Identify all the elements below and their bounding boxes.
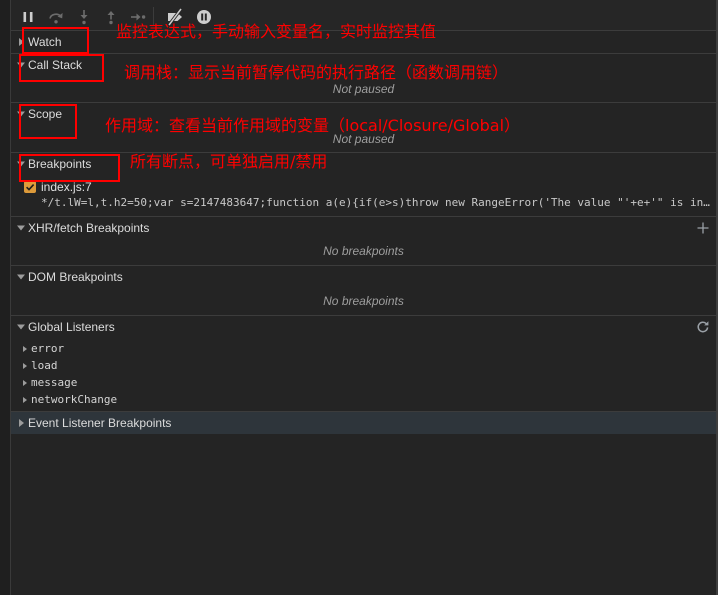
- annotation-scope: 作用域：查看当前作用域的变量（local/Closure/Global）: [105, 117, 521, 135]
- triangle-right-icon: [23, 379, 27, 386]
- pause-icon: [20, 9, 36, 25]
- listener-name: networkChange: [31, 393, 118, 406]
- step-over-button[interactable]: [44, 5, 68, 29]
- section-title-xhr-fetch-breakpoints: XHR/fetch Breakpoints: [28, 220, 150, 235]
- annotation-breakpoints: 所有断点，可单独启用/禁用: [130, 153, 328, 171]
- section-header-event-listener-breakpoints[interactable]: Event Listener Breakpoints: [11, 411, 716, 434]
- annotation-watch: 监控表达式，手动输入变量名，实时监控其值: [116, 23, 437, 41]
- step-over-icon: [48, 9, 64, 25]
- checkmark-icon: [24, 181, 36, 193]
- section-title-event-listener-breakpoints: Event Listener Breakpoints: [28, 416, 172, 430]
- section-title-dom-breakpoints: DOM Breakpoints: [28, 270, 123, 284]
- triangle-down-icon: [17, 111, 25, 117]
- xhr-fetch-status: No breakpoints: [323, 244, 404, 258]
- section-title-global-listeners: Global Listeners: [28, 320, 115, 334]
- section-header-global-listeners[interactable]: Global Listeners: [11, 315, 716, 338]
- step-into-icon: [76, 9, 92, 25]
- triangle-right-icon: [19, 419, 24, 427]
- list-item[interactable]: message: [11, 374, 716, 391]
- section-title-watch: Watch: [28, 35, 62, 49]
- list-item[interactable]: load: [11, 357, 716, 374]
- triangle-down-icon: [17, 62, 25, 67]
- section-title-call-stack: Call Stack: [28, 57, 83, 72]
- listener-name: message: [31, 376, 78, 389]
- list-item[interactable]: networkChange: [11, 391, 716, 408]
- triangle-right-icon: [23, 362, 27, 369]
- editor-edge: [0, 0, 11, 595]
- step-into-button[interactable]: [72, 5, 96, 29]
- triangle-right-icon: [23, 396, 27, 403]
- listener-name: error: [31, 342, 65, 355]
- triangle-right-icon: [19, 38, 24, 46]
- section-title-scope: Scope: [28, 107, 63, 121]
- pause-button[interactable]: [16, 5, 40, 29]
- annotation-call-stack: 调用栈：显示当前暂停代码的执行路径（函数调用链）: [124, 64, 509, 82]
- add-icon[interactable]: [696, 221, 710, 235]
- triangle-down-icon: [17, 161, 25, 167]
- breakpoint-code-snippet[interactable]: */t.lW=l,t.h2=50;var s=2147483647;functi…: [41, 194, 713, 212]
- section-header-breakpoints[interactable]: Breakpoints: [11, 152, 716, 175]
- list-item[interactable]: error: [11, 340, 716, 357]
- triangle-down-icon: [17, 225, 25, 230]
- dom-breakpoints-status: No breakpoints: [323, 294, 404, 308]
- section-header-xhr-fetch-breakpoints[interactable]: XHR/fetch Breakpoints: [11, 216, 716, 238]
- triangle-down-icon: [17, 274, 25, 280]
- listener-name: load: [31, 359, 58, 372]
- breakpoint-checkbox[interactable]: [24, 181, 36, 193]
- triangle-down-icon: [17, 324, 25, 330]
- section-header-dom-breakpoints[interactable]: DOM Breakpoints: [11, 265, 716, 288]
- section-title-breakpoints: Breakpoints: [28, 157, 92, 171]
- triangle-right-icon: [23, 345, 27, 352]
- refresh-icon[interactable]: [696, 320, 710, 334]
